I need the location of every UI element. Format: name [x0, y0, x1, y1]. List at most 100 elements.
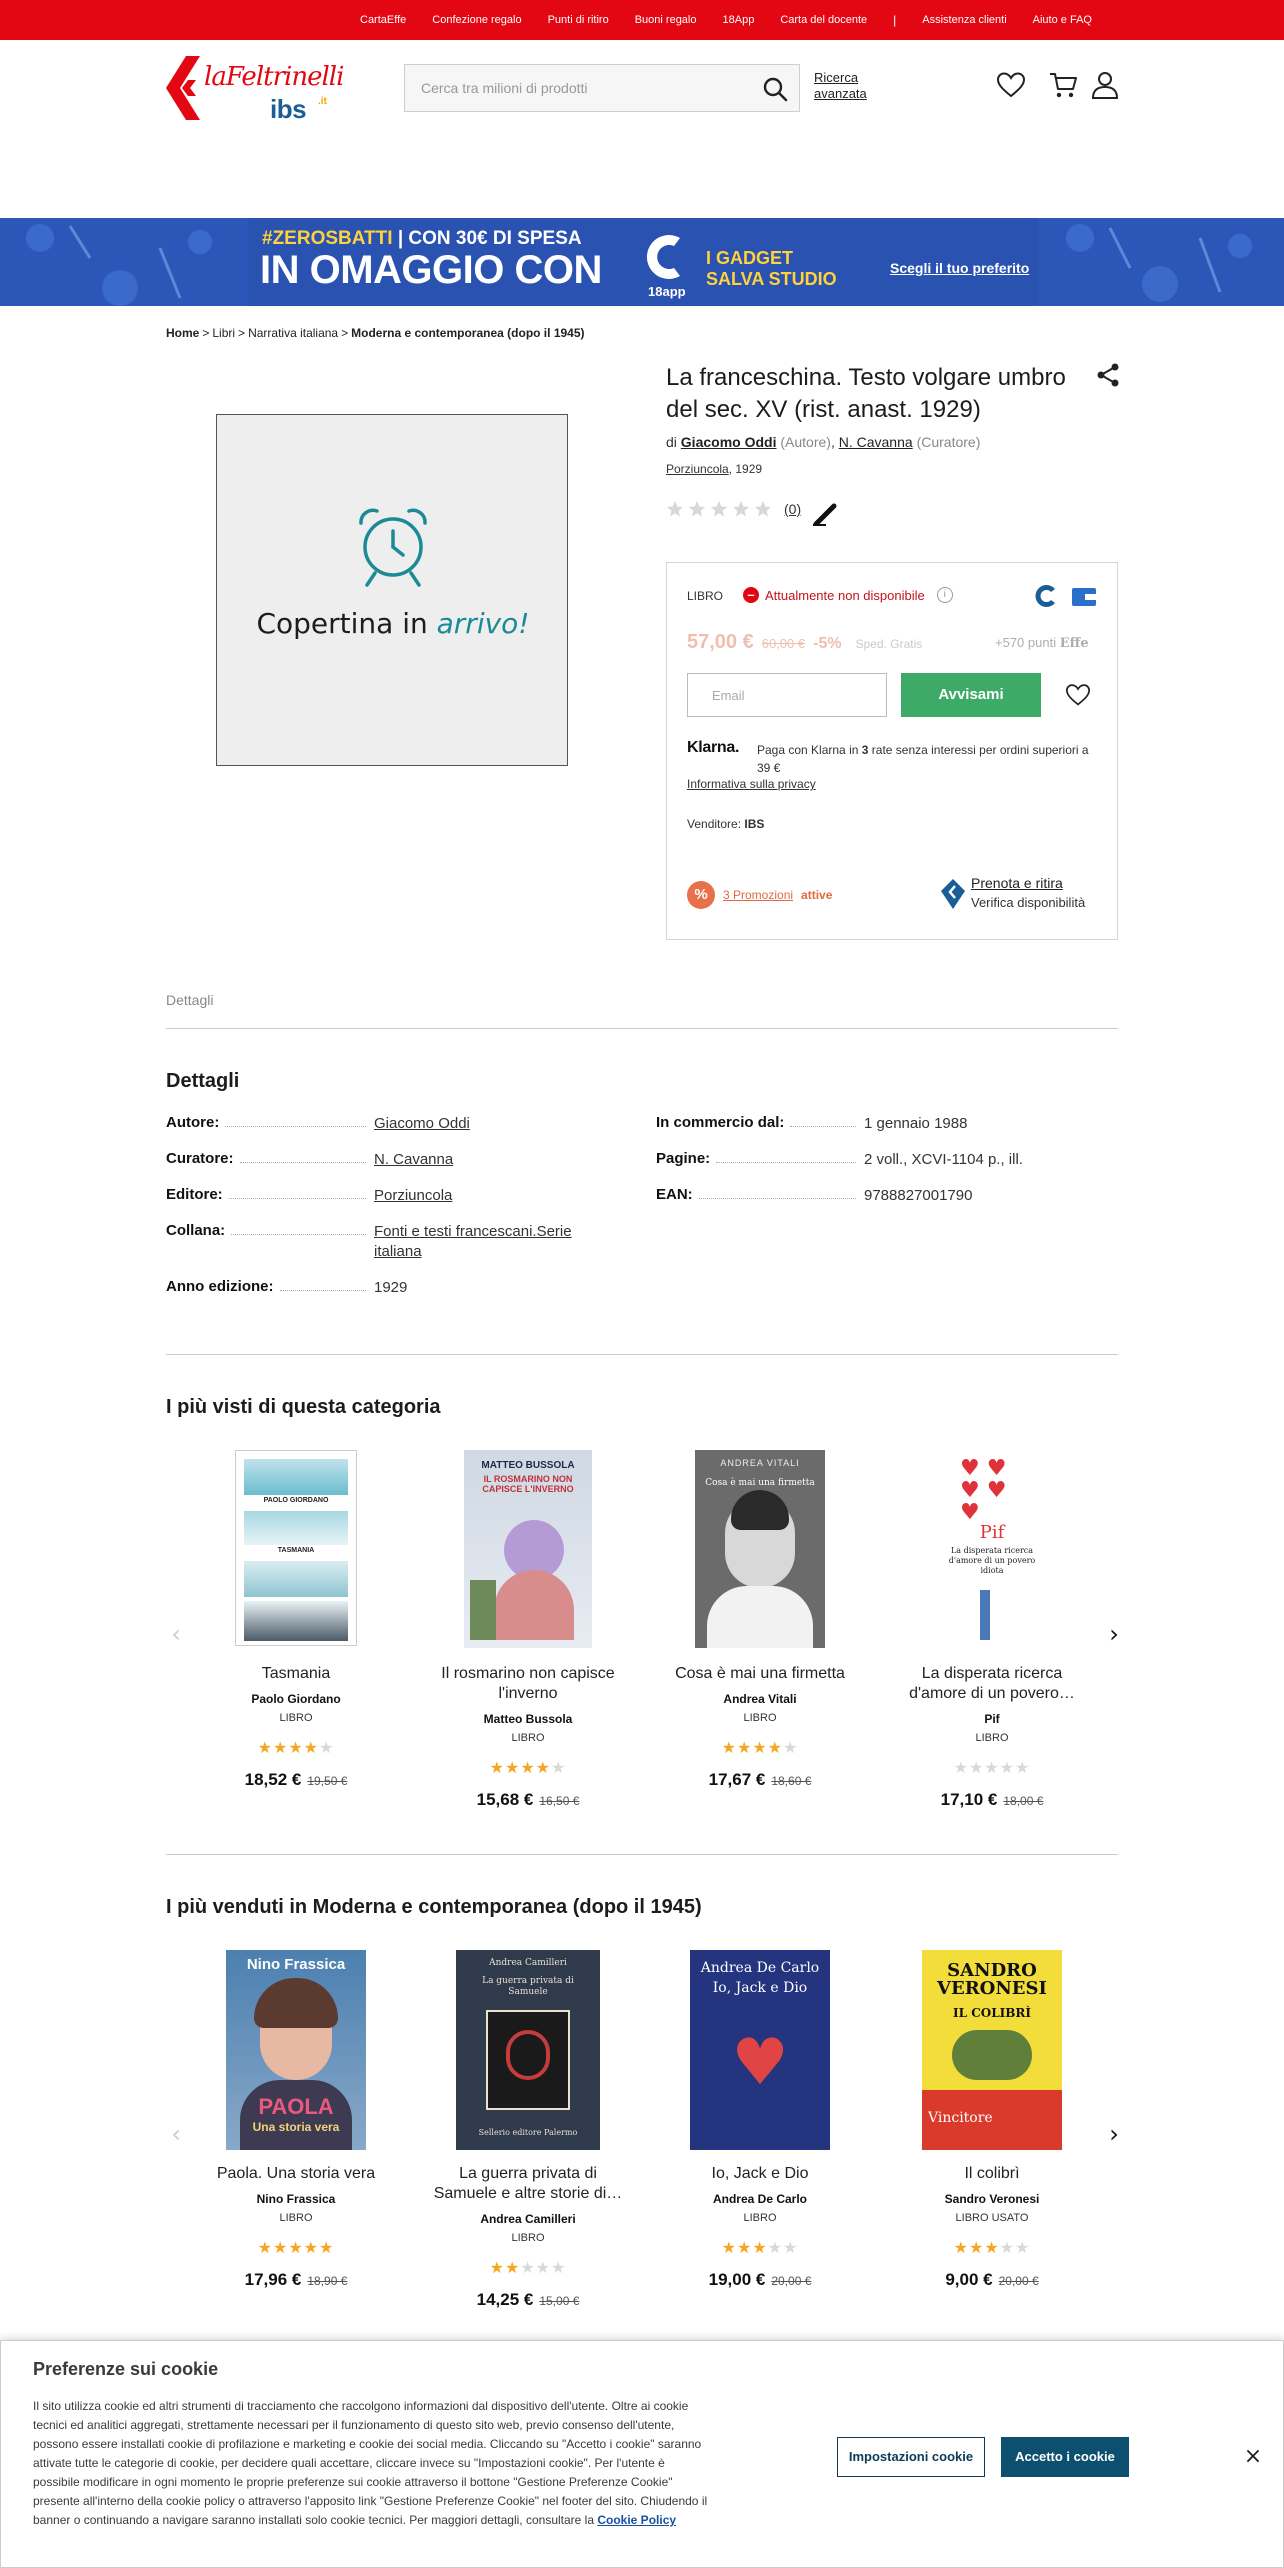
top-link-18app[interactable]: 18App	[723, 14, 755, 26]
product-card-title[interactable]: La guerra privata di Samuele e altre sto…	[428, 2164, 628, 2204]
cover-text-em: arrivo!	[436, 607, 530, 640]
heart-icon[interactable]	[996, 70, 1026, 100]
privacy-link[interactable]: Informativa sulla privacy	[687, 777, 816, 791]
product-card-title[interactable]: Cosa è mai una firmetta	[660, 1664, 860, 1684]
product-card-author[interactable]: Matteo Bussola	[428, 1712, 628, 1726]
top-link-cartaeffe[interactable]: CartaEffe	[360, 14, 406, 26]
cover-title: TASMANIA	[277, 1547, 315, 1554]
publication-year: , 1929	[728, 462, 763, 476]
star-filled-icon: ★	[968, 2238, 985, 2257]
author-link[interactable]: Giacomo Oddi	[681, 434, 777, 450]
product-cover[interactable]: Andrea De Carlo Io, Jack e Dio ♥	[690, 1950, 830, 2150]
product-card-author[interactable]: Andrea De Carlo	[660, 2192, 860, 2206]
product-card-title[interactable]: Tasmania	[196, 1664, 396, 1684]
product-card-author[interactable]: Nino Frassica	[196, 2192, 396, 2206]
divider	[166, 1028, 1118, 1029]
detail-value[interactable]: Fonti e testi francescani.Serie italiana	[374, 1222, 604, 1262]
star-empty-icon: ★	[783, 2238, 799, 2257]
breadcrumb: Home > Libri > Narrativa italiana > Moderna e …	[166, 326, 585, 340]
product-cover[interactable]: Andrea Camilleri La guerra privata di Sa…	[456, 1950, 600, 2150]
product-card-title[interactable]: Il colibrì	[892, 2164, 1092, 2184]
detail-value[interactable]: Porziuncola	[374, 1186, 604, 1206]
publisher-link[interactable]: Porziuncola	[666, 462, 729, 476]
breadcrumb-narrativa[interactable]: Narrativa italiana	[248, 326, 338, 340]
top-link-carta-docente[interactable]: Carta del docente	[780, 14, 867, 26]
site-logo[interactable]: laFeltrinelli ibs .it	[166, 56, 346, 124]
top-link-buoni-regalo[interactable]: Buoni regalo	[635, 14, 697, 26]
reserve-link[interactable]: Prenota e ritira	[971, 875, 1063, 891]
promotions-link[interactable]: 3 Promozioni	[723, 888, 793, 902]
user-icon[interactable]	[1090, 70, 1120, 100]
product-card-title[interactable]: Io, Jack e Dio	[660, 2164, 860, 2184]
product-cover[interactable]: ANDREA VITALI Cosa è mai una firmetta	[695, 1450, 825, 1648]
detail-leader	[279, 1290, 366, 1291]
carousel-prev-arrow[interactable]: ‹	[166, 1622, 186, 1646]
product-card-author[interactable]: Andrea Camilleri	[428, 2212, 628, 2226]
detail-value[interactable]: N. Cavanna	[374, 1150, 604, 1170]
star-empty-icon: ★	[999, 2238, 1016, 2257]
price-old: 15,00 €	[539, 2294, 580, 2308]
wallet-icon	[1072, 588, 1096, 606]
advanced-search-link[interactable]: Ricerca avanzata	[814, 70, 867, 102]
carousel-prev-arrow[interactable]: ‹	[166, 2122, 186, 2146]
product-cover[interactable]: ♥ ♥ ♥ ♥ ♥ Pif La disperata ricerca d'amor…	[930, 1450, 1054, 1646]
email-field[interactable]: Email	[687, 673, 887, 717]
product-card[interactable]: Andrea De Carlo Io, Jack e Dio ♥ Io, Jac…	[660, 1950, 860, 2330]
product-card[interactable]: Andrea Camilleri La guerra privata di Sa…	[428, 1950, 628, 2330]
breadcrumb-current[interactable]: Moderna e contemporanea (dopo il 1945)	[351, 326, 584, 340]
top-link-punti-ritiro[interactable]: Punti di ritiro	[548, 14, 609, 26]
product-card[interactable]: SANDRO VERONESI IL COLIBRÌ Vincitore Il …	[892, 1950, 1092, 2330]
breadcrumb-home[interactable]: Home	[166, 326, 199, 340]
review-count-link[interactable]: (0)	[784, 501, 801, 517]
product-title: La franceschina. Testo volgare umbro del…	[666, 364, 1066, 423]
search-box[interactable]: Cerca tra milioni di prodotti	[404, 64, 800, 112]
search-input[interactable]: Cerca tra milioni di prodotti	[421, 80, 588, 96]
cookie-settings-button[interactable]: Impostazioni cookie	[837, 2437, 985, 2477]
top-link-assistenza[interactable]: Assistenza clienti	[922, 14, 1006, 26]
product-cover[interactable]: PAOLO GIORDANO TASMANIA	[235, 1450, 357, 1646]
cookie-policy-link[interactable]: Cookie Policy	[597, 2513, 676, 2527]
best-sellers-heading: I più venduti in Moderna e contemporanea…	[166, 1896, 702, 1918]
product-card[interactable]: ANDREA VITALI Cosa è mai una firmetta Co…	[660, 1450, 860, 1830]
info-icon[interactable]: i	[936, 587, 953, 603]
curator-link[interactable]: N. Cavanna	[839, 434, 913, 450]
product-card-title[interactable]: Paola. Una storia vera	[196, 2164, 396, 2184]
share-icon[interactable]	[1096, 362, 1120, 388]
product-cover[interactable]: MATTEO BUSSOLA IL ROSMARINO NON CAPISCE …	[464, 1450, 592, 1648]
promo-banner[interactable]: #ZEROSBATTI | CON 30€ DI SPESA IN OMAGGI…	[0, 218, 1284, 306]
accept-cookies-button[interactable]: Accetto i cookie	[1001, 2437, 1129, 2477]
product-card[interactable]: MATTEO BUSSOLA IL ROSMARINO NON CAPISCE …	[428, 1450, 628, 1830]
product-card-title[interactable]: La disperata ricerca d'amore di un pover…	[892, 1664, 1092, 1704]
price-current: 15,68 €	[476, 1790, 534, 1809]
star-filled-icon: ★	[257, 2238, 273, 2257]
detail-value[interactable]: Giacomo Oddi	[374, 1114, 604, 1134]
product-card-author[interactable]: Pif	[892, 1712, 1092, 1726]
cart-icon[interactable]	[1048, 70, 1078, 100]
top-link-aiuto[interactable]: Aiuto e FAQ	[1033, 14, 1092, 26]
carousel-next-arrow[interactable]: ›	[1104, 1622, 1124, 1646]
write-review-pencil-icon[interactable]	[812, 500, 842, 526]
product-cover[interactable]: SANDRO VERONESI IL COLIBRÌ Vincitore	[922, 1950, 1062, 2150]
product-card[interactable]: ♥ ♥ ♥ ♥ ♥ Pif La disperata ricerca d'amor…	[892, 1450, 1092, 1830]
product-card-author[interactable]: Andrea Vitali	[660, 1692, 860, 1706]
banner-content: #ZEROSBATTI | CON 30€ DI SPESA IN OMAGGI…	[248, 218, 1038, 306]
breadcrumb-libri[interactable]: Libri	[212, 326, 235, 340]
notify-me-button[interactable]: Avvisami	[901, 673, 1041, 717]
product-card-title[interactable]: Il rosmarino non capisce l'inverno	[428, 1664, 628, 1704]
star-empty-icon: ★	[1015, 2238, 1031, 2257]
close-icon[interactable]: ×	[1241, 2445, 1265, 2469]
star-filled-icon: ★	[736, 2238, 753, 2257]
product-card[interactable]: PAOLO GIORDANO TASMANIA Tasmania Paolo G…	[196, 1450, 396, 1830]
reserve-pickup[interactable]: Prenota e ritira Verifica disponibilità	[941, 875, 1117, 915]
product-cover[interactable]: Nino Frassica PAOLA Una storia vera	[226, 1950, 366, 2150]
search-icon[interactable]	[761, 75, 789, 103]
cover-title: Io, Jack e Dio	[712, 1980, 808, 1996]
tab-details[interactable]: Dettagli	[166, 992, 213, 1008]
product-card[interactable]: Nino Frassica PAOLA Una storia vera Paol…	[196, 1950, 396, 2330]
banner-cta-link[interactable]: Scegli il tuo preferito	[890, 260, 1029, 276]
carousel-next-arrow[interactable]: ›	[1104, 2122, 1124, 2146]
wishlist-heart-icon[interactable]	[1065, 683, 1091, 707]
product-card-author[interactable]: Paolo Giordano	[196, 1692, 396, 1706]
product-card-author[interactable]: Sandro Veronesi	[892, 2192, 1092, 2206]
top-link-confezione-regalo[interactable]: Confezione regalo	[432, 14, 521, 26]
